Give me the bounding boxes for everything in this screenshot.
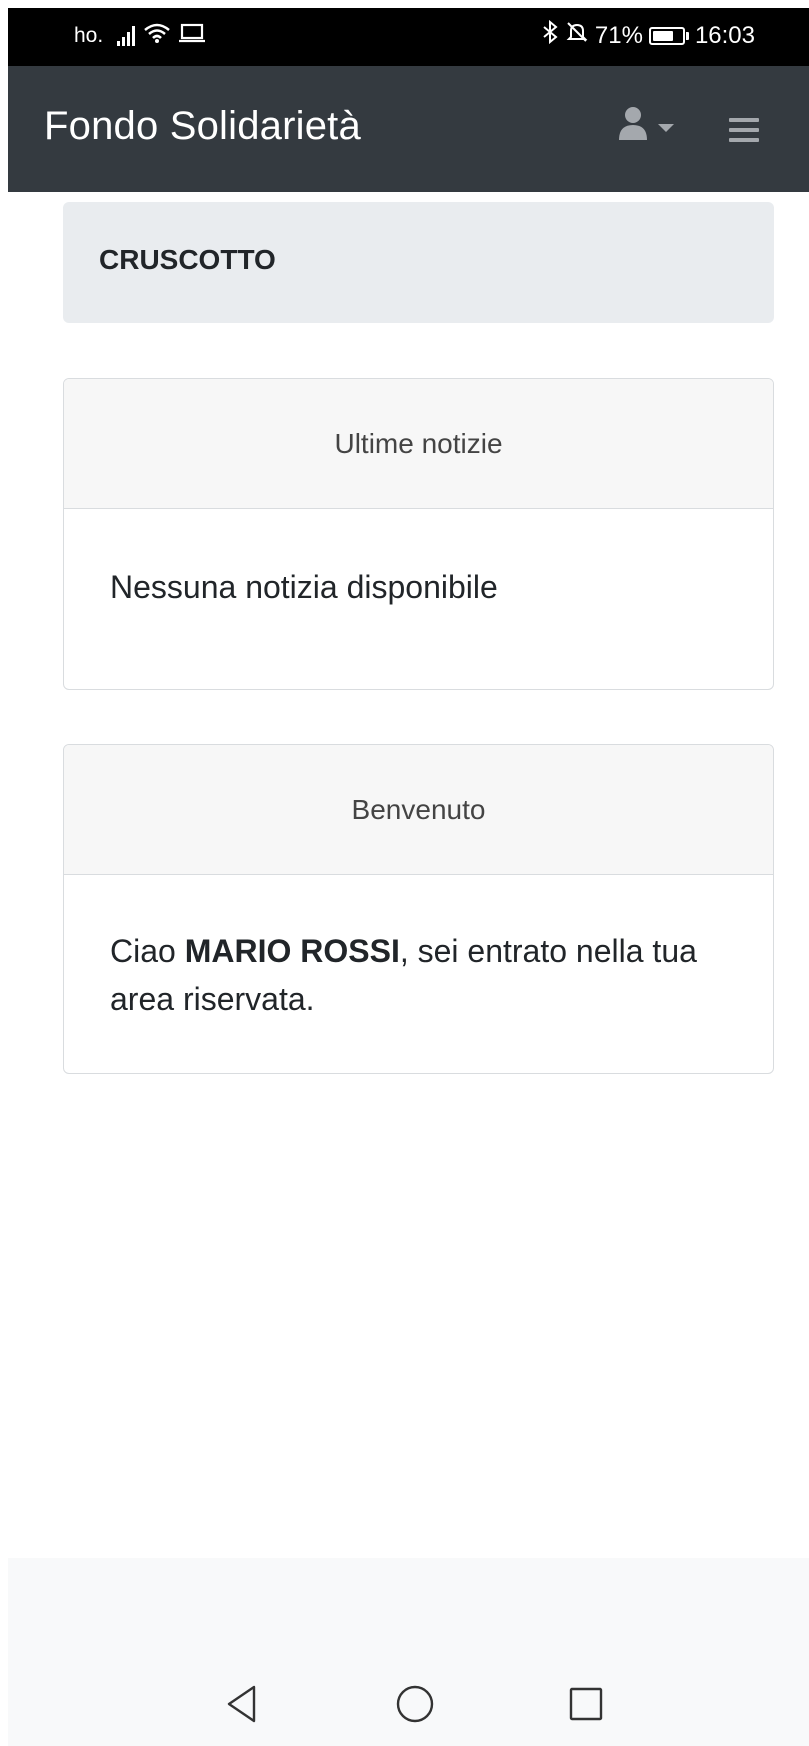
user-icon (618, 106, 648, 145)
welcome-card: Benvenuto Ciao MARIO ROSSI, sei entrato … (63, 744, 774, 1074)
page-footer (8, 1558, 809, 1668)
clock: 16:03 (694, 21, 755, 49)
welcome-card-header: Benvenuto (64, 745, 773, 875)
top-navbar: Fondo Solidarietà (8, 66, 809, 192)
status-right: 71% 16:03 (541, 19, 755, 51)
page-title: CRUSCOTTO (99, 244, 276, 275)
battery-percent: 71% (594, 21, 643, 49)
welcome-greeting: Ciao (110, 933, 185, 969)
home-icon[interactable] (393, 1682, 437, 1726)
user-name: MARIO ROSSI (184, 933, 400, 969)
signal-icon (117, 26, 136, 46)
hamburger-menu-icon[interactable] (729, 118, 759, 142)
recent-apps-icon[interactable] (564, 1682, 608, 1726)
caret-down-icon (658, 123, 674, 132)
news-card-body: Nessuna notizia disponibile (110, 569, 498, 605)
app-frame: ho. 71% 16:03 Fondo Solidarietà CRUSCOTT… (8, 0, 809, 1746)
battery-icon (648, 26, 689, 45)
status-left: ho. (74, 22, 206, 50)
welcome-card-body: Ciao MARIO ROSSI, sei entrato nella tua … (64, 875, 773, 1023)
mute-icon (565, 20, 589, 51)
bluetooth-icon (541, 19, 559, 51)
back-icon[interactable] (220, 1682, 264, 1726)
news-card: Ultime notizie Nessuna notizia disponibi… (63, 378, 774, 690)
news-card-header: Ultime notizie (64, 379, 773, 509)
breadcrumb: CRUSCOTTO (63, 202, 774, 323)
android-nav-bar (8, 1668, 809, 1746)
brand-title[interactable]: Fondo Solidarietà (44, 104, 361, 149)
status-bar: ho. 71% 16:03 (8, 8, 809, 66)
carrier-label: ho. (74, 24, 104, 47)
user-menu-toggle[interactable] (618, 106, 674, 145)
laptop-icon (179, 23, 206, 49)
wifi-icon (143, 22, 171, 50)
